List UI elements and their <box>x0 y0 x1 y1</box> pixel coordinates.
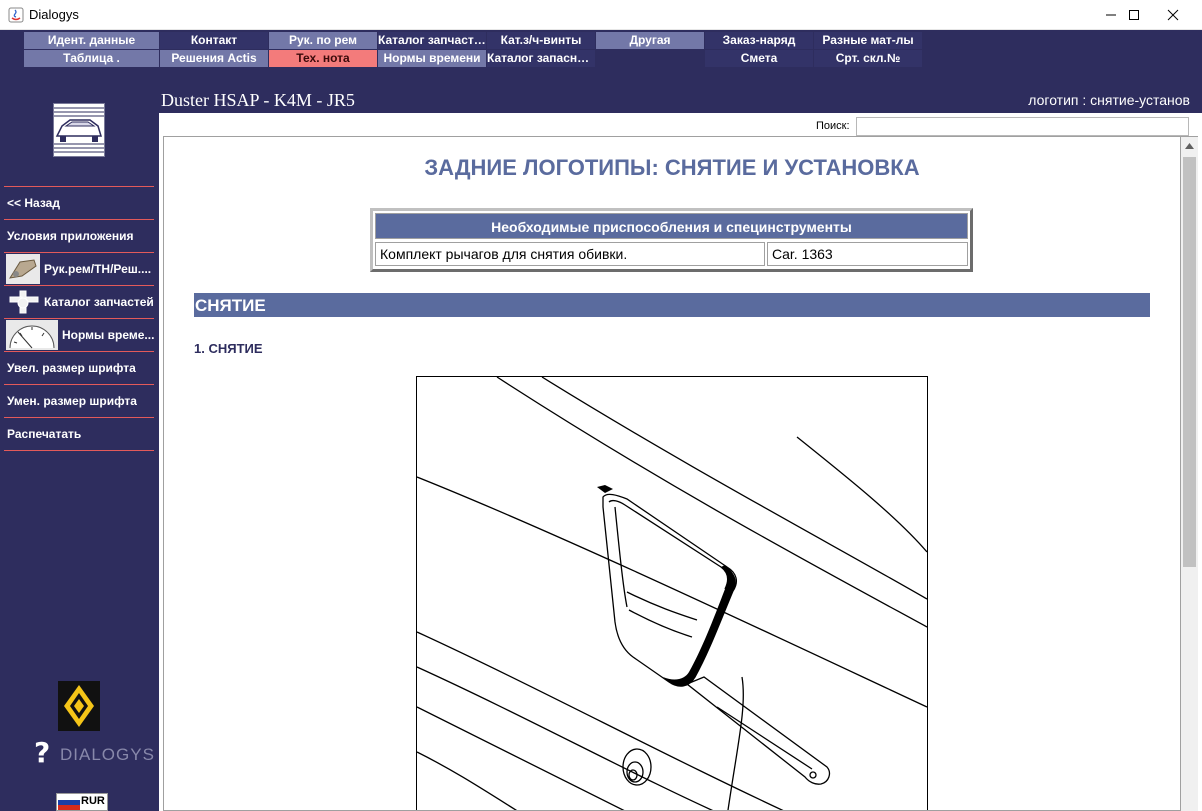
menu-stock-number[interactable]: Срт. скл.№ <box>814 50 922 67</box>
sidebar-item-time-norms[interactable]: Нормы време... <box>4 318 154 350</box>
menu-table[interactable]: Таблица . <box>24 50 159 67</box>
chevron-up-icon <box>1185 142 1194 149</box>
tailgate-logo-drawing <box>416 376 928 810</box>
sidebar-item-repair-manual[interactable]: Рук.рем/ТН/Реш.... <box>4 252 154 284</box>
document-title: ЗАДНИЕ ЛОГОТИПЫ: СНЯТИЕ И УСТАНОВКА <box>424 155 920 180</box>
vertical-scrollbar[interactable] <box>1181 136 1198 811</box>
parts-catalog-icon <box>6 287 40 317</box>
sidebar-item-label: Умен. размер шрифта <box>7 394 137 408</box>
search-input[interactable] <box>856 117 1189 136</box>
scroll-up-button[interactable] <box>1181 137 1198 154</box>
sidebar-item-print[interactable]: Распечатать <box>4 417 154 449</box>
menu-estimate[interactable]: Смета <box>705 50 813 67</box>
dialogys-logo: ? DIALOGYS <box>32 736 154 772</box>
menu-other[interactable]: Другая <box>596 32 704 49</box>
search-label: Поиск: <box>816 120 850 132</box>
time-norms-icon <box>6 320 58 350</box>
russia-flag-icon <box>58 795 80 810</box>
currency-indicator[interactable]: RUR <box>56 793 108 811</box>
sidebar-item-label: Распечатать <box>7 427 82 441</box>
brand-text: DIALOGYS <box>60 745 155 764</box>
tools-table-cell: Car. 1363 <box>767 242 968 266</box>
close-button[interactable] <box>1150 0 1196 30</box>
vehicle-title: Duster HSAP - K4M - JR5 <box>161 90 355 110</box>
vehicle-thumbnail[interactable] <box>53 103 105 157</box>
currency-code: RUR <box>81 795 105 807</box>
maximize-icon <box>1129 10 1139 20</box>
menu-tech-note[interactable]: Тех. нота <box>269 50 377 67</box>
menu-work-order[interactable]: Заказ-наряд <box>705 32 813 49</box>
repair-manual-icon <box>6 254 40 284</box>
menu-parts-screws[interactable]: Кат.з/ч-винты <box>487 32 595 49</box>
document-view: ЗАДНИЕ ЛОГОТИПЫ: СНЯТИЕ И УСТАНОВКА Необ… <box>163 136 1181 811</box>
scrollbar-thumb[interactable] <box>1183 157 1196 567</box>
menu-misc-materials[interactable]: Разные мат-лы <box>814 32 922 49</box>
sidebar-item-decrease-font[interactable]: Умен. размер шрифта <box>4 384 154 416</box>
breadcrumb: логотип : снятие-установ <box>1028 92 1190 108</box>
renault-logo <box>58 681 100 731</box>
menu-parts-catalog[interactable]: Каталог запчастей <box>378 32 486 49</box>
sidebar-item-conditions[interactable]: Условия приложения <box>4 219 154 251</box>
sidebar-item-parts-catalog[interactable]: Каталог запчастей <box>4 285 154 317</box>
close-icon <box>1167 9 1179 21</box>
car-icon <box>54 104 104 156</box>
application-body: Идент. данные Контакт Рук. по рем Катало… <box>0 30 1202 811</box>
sidebar-item-label: Увел. размер шрифта <box>7 361 136 375</box>
tools-table-header: Необходимые приспособления и специнструм… <box>375 213 968 239</box>
sidebar-item-increase-font[interactable]: Увел. размер шрифта <box>4 351 154 383</box>
question-mark-icon: ? <box>34 736 50 769</box>
menu-spare-parts-catalog[interactable]: Каталог запасны... <box>487 50 595 67</box>
java-app-icon <box>8 7 24 23</box>
sidebar-item-back[interactable]: << Назад <box>4 186 154 218</box>
sidebar-item-label: Нормы време... <box>62 328 155 342</box>
menu-repair-manual[interactable]: Рук. по рем <box>269 32 377 49</box>
sidebar-item-label: << Назад <box>7 196 60 210</box>
sidebar-divider <box>4 450 154 451</box>
step-heading: 1. СНЯТИЕ <box>194 341 263 356</box>
menu-ident-data[interactable]: Идент. данные <box>24 32 159 49</box>
content-area: Поиск: ЗАДНИЕ ЛОГОТИПЫ: СНЯТИЕ И УСТАНОВ… <box>159 113 1202 811</box>
sidebar-item-label: Рук.рем/ТН/Реш.... <box>44 262 152 276</box>
technical-illustration <box>416 376 928 810</box>
window-titlebar: Dialogys <box>0 0 1202 30</box>
sidebar-item-label: Каталог запчастей <box>44 295 154 309</box>
menu-contact[interactable]: Контакт <box>160 32 268 49</box>
svg-text:?: ? <box>34 738 50 769</box>
menu-time-norms[interactable]: Нормы времени <box>378 50 486 67</box>
tools-table-cell: Комплект рычагов для снятия обивки. <box>375 242 765 266</box>
tools-table: Необходимые приспособления и специнструм… <box>370 208 973 272</box>
window-title: Dialogys <box>29 7 79 22</box>
sidebar-item-label: Условия приложения <box>7 229 134 243</box>
menu-actis-solutions[interactable]: Решения Actis <box>160 50 268 67</box>
section-heading: СНЯТИЕ <box>194 293 1150 317</box>
